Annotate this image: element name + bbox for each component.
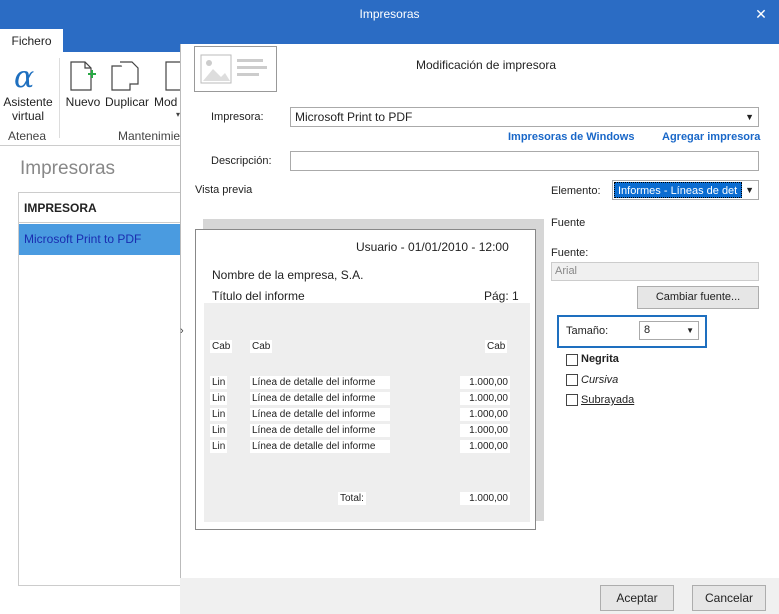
preview-empresa: Nombre de la empresa, S.A.	[212, 268, 364, 282]
preview-titulo: Título del informe	[212, 289, 305, 303]
preview-shadow-right	[536, 219, 544, 521]
preview-line-cell: Línea de detalle del informe	[250, 392, 390, 405]
impresora-label: Impresora:	[211, 111, 264, 123]
descripcion-input[interactable]	[290, 151, 759, 171]
cancelar-button[interactable]: Cancelar	[692, 585, 766, 611]
tamano-select[interactable]: 8 ▼	[639, 321, 699, 340]
column-header-impresora[interactable]: IMPRESORA	[19, 193, 180, 223]
preview-line-cell: Lin	[210, 376, 228, 389]
cursiva-label[interactable]: Cursiva	[581, 374, 618, 386]
svg-text:α: α	[14, 60, 34, 92]
cambiar-fuente-button[interactable]: Cambiar fuente...	[637, 286, 759, 309]
preview-pagina: Pág: 1	[484, 289, 519, 303]
duplicar-button[interactable]: Duplicar	[103, 95, 151, 109]
ribbon-separator	[59, 58, 60, 138]
tab-fichero[interactable]: Fichero	[0, 28, 63, 52]
tamano-label: Tamaño:	[566, 325, 609, 337]
modify-icon[interactable]	[163, 60, 180, 92]
tamano-value: 8	[644, 324, 651, 336]
vista-previa-label: Vista previa	[195, 184, 253, 196]
preview-line-cell: Lin	[210, 392, 228, 405]
printer-image-icon	[194, 46, 277, 92]
preview-header-cell: Cab	[210, 340, 233, 353]
cursiva-checkbox[interactable]	[566, 374, 578, 386]
preview-line-cell: Línea de detalle del informe	[250, 408, 390, 421]
elemento-select[interactable]: Informes - Líneas de det ▼	[612, 180, 759, 200]
preview-header-cell: Cab	[485, 340, 508, 353]
asistente-label-1[interactable]: Asistente	[2, 95, 54, 109]
impresora-value: Microsoft Print to PDF	[295, 110, 413, 124]
preview-line-cell: Lin	[210, 424, 228, 437]
asistente-label-2[interactable]: virtual	[2, 109, 54, 123]
impresora-select[interactable]: Microsoft Print to PDF ▼	[290, 107, 759, 127]
link-agregar-impresora[interactable]: Agregar impresora	[662, 131, 760, 143]
preview-line-cell: Lin	[210, 440, 228, 453]
preview-usuario: Usuario - 01/01/2010 - 12:00	[356, 240, 509, 254]
subrayada-checkbox[interactable]	[566, 394, 578, 406]
preview-line-cell: 1.000,00	[460, 424, 510, 437]
duplicate-icon[interactable]	[110, 60, 142, 92]
link-impresoras-windows[interactable]: Impresoras de Windows	[508, 131, 634, 143]
preview-line-cell: 1.000,00	[460, 392, 510, 405]
alpha-icon[interactable]: α	[8, 60, 48, 95]
modificar-button[interactable]: Mod	[154, 95, 180, 109]
preview-line-cell: Línea de detalle del informe	[250, 424, 390, 437]
preview-line-cell: Línea de detalle del informe	[250, 376, 390, 389]
dialog-footer	[180, 578, 779, 614]
chevron-down-icon[interactable]: ▼	[686, 322, 694, 339]
group-atenea: Atenea	[8, 129, 47, 143]
fuente-section-label: Fuente	[551, 217, 586, 229]
subrayada-label[interactable]: Subrayada	[581, 394, 634, 406]
window-title: Impresoras	[0, 0, 779, 28]
elemento-label: Elemento:	[551, 185, 601, 197]
close-icon[interactable]: ✕	[753, 0, 769, 28]
chevron-right-icon[interactable]: ›	[180, 325, 184, 337]
negrita-label[interactable]: Negrita	[581, 353, 619, 365]
preview-shadow-top	[203, 219, 544, 229]
chevron-down-icon[interactable]: ▼	[745, 181, 754, 199]
elemento-value: Informes - Líneas de det	[614, 182, 742, 198]
preview-line-cell: 1.000,00	[460, 376, 510, 389]
preview-total-value: 1.000,00	[460, 492, 510, 505]
page-title: Impresoras	[20, 158, 116, 179]
preview-line-cell: 1.000,00	[460, 408, 510, 421]
preview-line-cell: Lin	[210, 408, 228, 421]
list-item[interactable]: Microsoft Print to PDF	[19, 224, 180, 255]
negrita-checkbox[interactable]	[566, 354, 578, 366]
chevron-down-icon[interactable]: ▼	[745, 108, 754, 126]
preview-total-label: Total:	[338, 492, 366, 505]
group-mantenimiento: Mantenimie	[118, 129, 180, 143]
nuevo-button[interactable]: Nuevo	[63, 95, 103, 109]
descripcion-label: Descripción:	[211, 155, 272, 167]
preview-line-cell: Línea de detalle del informe	[250, 440, 390, 453]
preview-line-cell: 1.000,00	[460, 440, 510, 453]
new-document-icon[interactable]	[68, 60, 98, 92]
preview-header-cell: Cab	[250, 340, 273, 353]
fuente-label: Fuente:	[551, 247, 589, 259]
aceptar-button[interactable]: Aceptar	[600, 585, 674, 611]
fuente-value: Arial	[551, 262, 759, 281]
dialog-title: Modificación de impresora	[416, 58, 557, 72]
